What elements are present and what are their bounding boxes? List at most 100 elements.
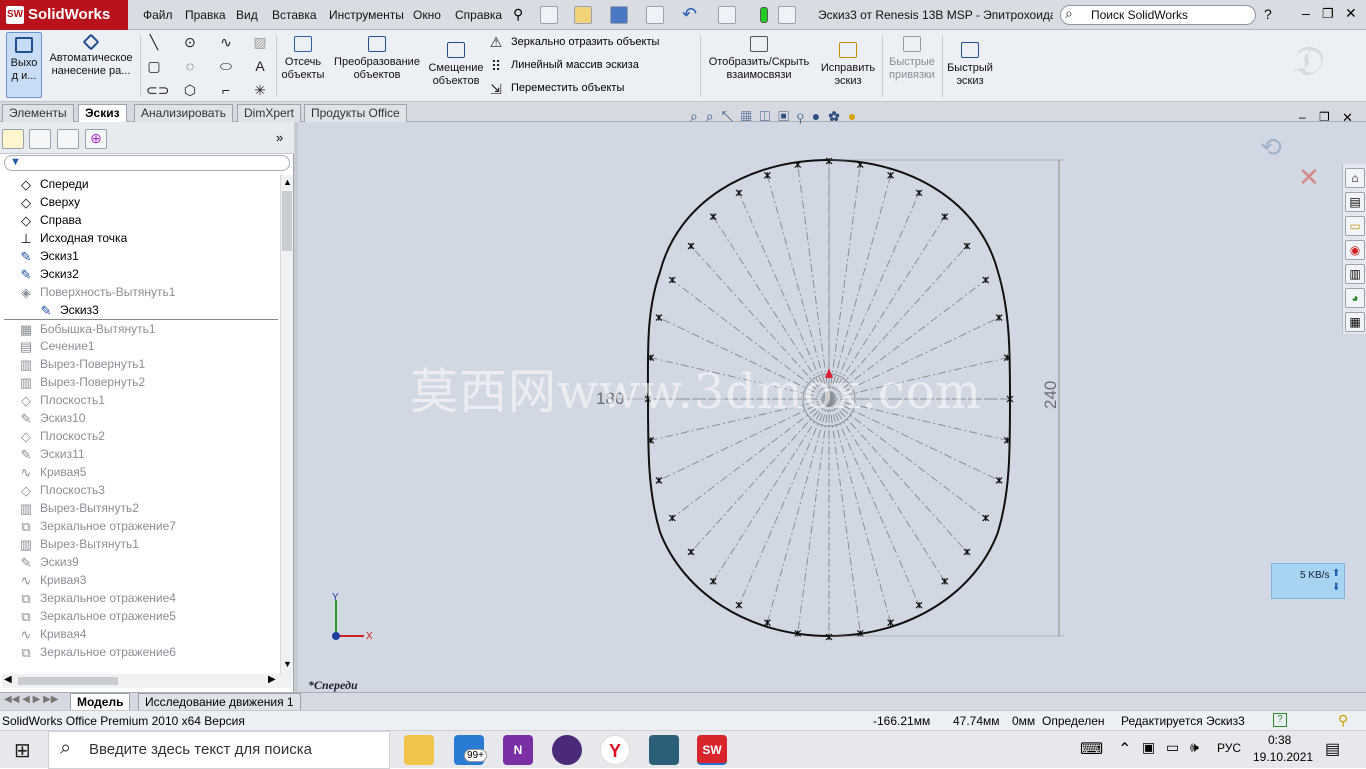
sketch-point-marker[interactable] — [735, 189, 743, 197]
polygon-icon[interactable]: ⬡ — [182, 82, 198, 98]
search-input[interactable]: Поиск SolidWorks — [1060, 5, 1256, 25]
onenote-taskbar-icon[interactable]: N — [503, 735, 533, 765]
sketch-point-marker[interactable] — [709, 577, 717, 585]
sketch-point-marker[interactable] — [963, 242, 971, 250]
tree-item[interactable]: ▥ Вырез-Повернуть1 — [4, 355, 278, 373]
save-icon[interactable] — [610, 6, 628, 24]
point-icon[interactable]: ✳ — [252, 82, 268, 98]
tab-sketch[interactable]: Эскиз — [78, 104, 127, 122]
network-meter-widget[interactable]: 5 KB/s ⬆ ⬇ — [1271, 563, 1345, 599]
property-manager-tab-icon[interactable] — [29, 129, 51, 149]
help-icon[interactable]: ? — [1264, 6, 1272, 22]
restore-icon[interactable]: ❐ — [1322, 6, 1334, 22]
circle-icon[interactable]: ⊙ — [182, 34, 198, 50]
scroll-down-icon[interactable]: ▼ — [283, 659, 292, 669]
tree-item[interactable]: ◇ Спереди — [4, 175, 278, 193]
custom-properties-icon[interactable]: ▦ — [1345, 312, 1365, 332]
solidworks-logo[interactable]: SW SolidWorks — [0, 0, 128, 30]
tree-item[interactable]: ◇ Плоскость3 — [4, 481, 278, 499]
sketch-point-marker[interactable] — [655, 314, 663, 322]
sketch-point-marker[interactable] — [687, 242, 695, 250]
language-indicator[interactable]: РУС — [1217, 741, 1241, 755]
scroll-left-icon[interactable]: ◀ — [4, 674, 12, 685]
tree-item[interactable]: ✎ Эскиз3 — [4, 301, 278, 319]
tab-model[interactable]: Модель — [70, 693, 131, 710]
tree-item[interactable]: ▥ Вырез-Вытянуть1 — [4, 535, 278, 553]
tree-item[interactable]: ⧉ Зеркальное отражение4 — [4, 589, 278, 607]
home-icon[interactable]: ⌂ — [1345, 168, 1365, 188]
tree-item[interactable]: ✎ Эскиз2 — [4, 265, 278, 283]
tree-item[interactable]: ✎ Эскиз11 — [4, 445, 278, 463]
media-player-taskbar-icon[interactable] — [552, 735, 582, 765]
tree-horizontal-scrollbar[interactable]: ◀ ▶ — [2, 674, 292, 688]
sketch-point-marker[interactable] — [668, 276, 676, 284]
text-icon[interactable]: A — [252, 58, 268, 74]
sketch-point-marker[interactable] — [856, 161, 864, 169]
clock-time[interactable]: 0:38 — [1268, 733, 1291, 747]
line-icon[interactable]: ╲ — [146, 34, 162, 50]
sketch-point-marker[interactable] — [735, 601, 743, 609]
tree-item[interactable]: ∿ Кривая3 — [4, 571, 278, 589]
options-icon[interactable] — [778, 6, 796, 24]
sketch-point-marker[interactable] — [982, 514, 990, 522]
tree-item[interactable]: ▥ Вырез-Повернуть2 — [4, 373, 278, 391]
tab-features[interactable]: Элементы — [2, 104, 74, 122]
move-entities-button[interactable]: Переместить объекты — [511, 82, 624, 94]
file-explorer-taskbar-icon[interactable] — [404, 735, 434, 765]
sketch-point-marker[interactable] — [655, 476, 663, 484]
show-relations-button[interactable]: Отобразить/Скрыть взаимосвязи — [704, 36, 814, 82]
tab-motion-study[interactable]: Исследование движения 1 — [138, 693, 301, 710]
help-status-icon[interactable]: ? — [1273, 713, 1287, 727]
sketch-point-marker[interactable] — [763, 619, 771, 627]
hscroll-thumb[interactable] — [18, 677, 118, 685]
tree-item[interactable]: ▥ Вырез-Вытянуть2 — [4, 499, 278, 517]
tab-evaluate[interactable]: Анализировать — [134, 104, 233, 122]
undo-icon[interactable]: ↶ — [682, 4, 697, 25]
tree-item[interactable]: ⧉ Зеркальное отражение7 — [4, 517, 278, 535]
ellipse-icon[interactable]: ⬭ — [218, 58, 234, 74]
repair-sketch-button[interactable]: Исправить эскиз — [818, 42, 878, 88]
sketch-point-marker[interactable] — [982, 276, 990, 284]
menu-window[interactable]: Окно — [413, 8, 441, 22]
yandex-taskbar-icon[interactable]: Y — [600, 735, 630, 765]
rectangle-icon[interactable]: ▢ — [146, 58, 162, 74]
tree-item[interactable]: ⧉ Зеркальное отражение6 — [4, 643, 278, 661]
tray-app-icon[interactable]: ▣ — [1142, 739, 1155, 756]
select-icon[interactable] — [718, 6, 736, 24]
menu-tools[interactable]: Инструменты — [329, 8, 404, 22]
sketch-point-marker[interactable] — [825, 633, 833, 641]
taskbar-search-input[interactable]: Введите здесь текст для поиска — [48, 731, 390, 769]
tree-item[interactable]: ∿ Кривая5 — [4, 463, 278, 481]
tree-item[interactable]: ⊥ Исходная точка — [4, 229, 278, 247]
spline-icon[interactable]: ∿ — [218, 34, 234, 50]
tree-item[interactable]: ▤ Сечение1 — [4, 337, 278, 355]
tree-item[interactable]: ∿ Кривая4 — [4, 625, 278, 643]
auto-dimension-button[interactable]: Автоматическое нанесение ра... — [48, 33, 134, 78]
minimize-icon[interactable]: – — [1302, 5, 1310, 21]
sketch-point-marker[interactable] — [941, 577, 949, 585]
cancel-corner-icon[interactable]: ✕ — [1298, 162, 1326, 192]
open-icon[interactable] — [574, 6, 592, 24]
new-icon[interactable] — [540, 6, 558, 24]
tab-dimxpert[interactable]: DimXpert — [237, 104, 302, 122]
menu-file[interactable]: Файл — [143, 8, 173, 22]
solidworks-taskbar-icon[interactable]: SW — [697, 735, 727, 765]
tree-item[interactable]: ⧉ Зеркальное отражение5 — [4, 607, 278, 625]
tree-vertical-scrollbar[interactable]: ▲ ▼ — [280, 175, 293, 675]
convert-entities-button[interactable]: Преобразование объектов — [332, 36, 422, 82]
quick-snaps-button[interactable]: Быстрые привязки — [884, 36, 940, 82]
sketch-point-marker[interactable] — [995, 314, 1003, 322]
tree-item[interactable]: ◇ Плоскость1 — [4, 391, 278, 409]
chevron-up-icon[interactable]: ⌃ — [1118, 739, 1131, 759]
appearances-icon[interactable]: ◕ — [1345, 288, 1365, 308]
slot-icon[interactable]: ⊂⊃ — [146, 82, 169, 98]
menu-insert[interactable]: Вставка — [272, 8, 317, 22]
view-palette-icon[interactable]: ▥ — [1345, 264, 1365, 284]
sketch-point-marker[interactable] — [995, 476, 1003, 484]
feature-tree-tab-icon[interactable] — [2, 129, 24, 149]
design-library-icon[interactable]: ▤ — [1345, 192, 1365, 212]
fillet-icon[interactable]: ⌐ — [218, 82, 234, 98]
sketch-point-marker[interactable] — [941, 213, 949, 221]
exit-sketch-button[interactable]: Выхо д и... — [6, 32, 42, 98]
sketch-point-marker[interactable] — [915, 189, 923, 197]
